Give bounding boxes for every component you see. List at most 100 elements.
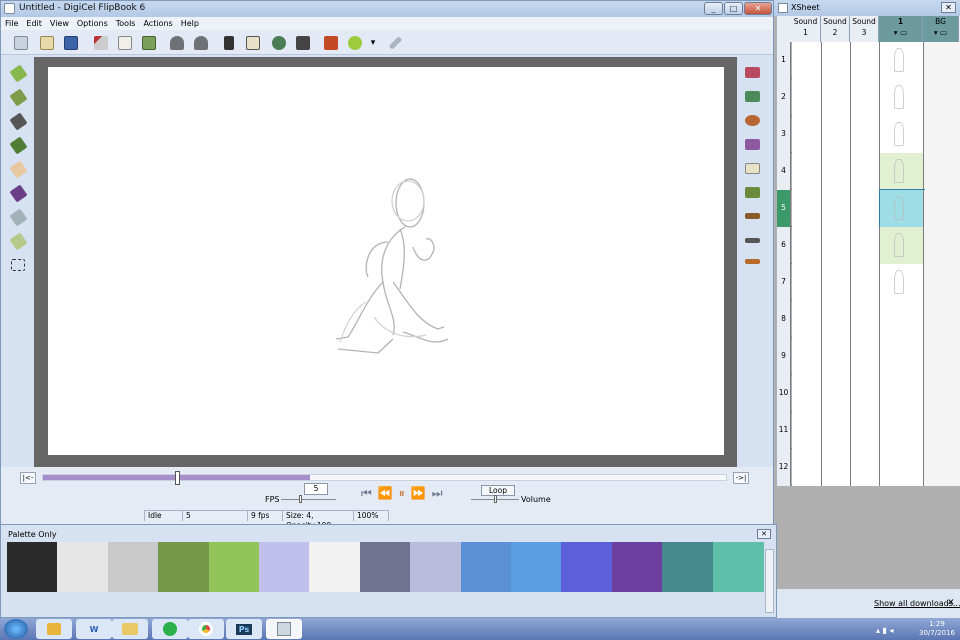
- xsheet-cell[interactable]: [851, 301, 880, 338]
- xsheet-row-number[interactable]: 10: [777, 375, 791, 412]
- xsheet-column-1[interactable]: 1 ▾ ▭: [879, 16, 923, 42]
- palette-swatch[interactable]: [107, 542, 159, 592]
- arrow-right-icon[interactable]: [741, 230, 763, 250]
- xsheet-cell[interactable]: [822, 264, 851, 301]
- volume-slider-thumb[interactable]: [494, 495, 497, 503]
- step-back-icon[interactable]: ⏪: [378, 486, 399, 500]
- xsheet-row-number[interactable]: 9: [777, 338, 791, 375]
- xsheet-cell[interactable]: [851, 190, 880, 227]
- paint-bucket-icon[interactable]: [7, 207, 29, 227]
- xsheet-cell[interactable]: [851, 227, 880, 264]
- xsheet-cell[interactable]: [880, 412, 924, 449]
- menu-view[interactable]: View: [46, 17, 73, 30]
- brush-tool-icon[interactable]: [7, 87, 29, 107]
- menu-help[interactable]: Help: [177, 17, 203, 30]
- xsheet-cell[interactable]: [822, 375, 851, 412]
- palette-swatch[interactable]: [611, 542, 663, 592]
- xsheet-row-number[interactable]: 5: [777, 190, 791, 227]
- photoshop-icon[interactable]: Ps: [226, 619, 262, 639]
- timeline-playhead[interactable]: [175, 471, 180, 485]
- palette-close-button[interactable]: ✕: [757, 529, 771, 539]
- arrow-left-icon[interactable]: [741, 251, 763, 271]
- xsheet-cell[interactable]: [851, 42, 880, 79]
- xsheet-cell[interactable]: [924, 79, 960, 116]
- xsheet-cell[interactable]: [880, 264, 924, 301]
- xsheet-column-sound-1[interactable]: Sound 1◂ ▭: [791, 16, 821, 48]
- xsheet-row-number[interactable]: 3: [777, 116, 791, 153]
- xsheet-column-sound-2[interactable]: Sound 2◂ ▭: [821, 16, 850, 48]
- downloads-close-icon[interactable]: ✕: [947, 598, 955, 608]
- xsheet-cell[interactable]: [822, 79, 851, 116]
- xsheet-cell[interactable]: [924, 116, 960, 153]
- paste-icon[interactable]: [139, 33, 159, 52]
- xsheet-cell[interactable]: [792, 264, 822, 301]
- palette-swatch[interactable]: [208, 542, 260, 592]
- palette-swatch[interactable]: [410, 542, 462, 592]
- xsheet-row-number[interactable]: 2: [777, 79, 791, 116]
- xsheet-row-number[interactable]: 6: [777, 227, 791, 264]
- xsheet-row-number[interactable]: 8: [777, 301, 791, 338]
- spotify-icon[interactable]: [152, 619, 188, 639]
- palette-swatch[interactable]: [57, 542, 109, 592]
- xsheet-cell[interactable]: [792, 116, 822, 153]
- xsheet-cell[interactable]: [851, 449, 880, 486]
- chevron-down-icon[interactable]: ▾: [369, 33, 377, 52]
- palette-swatch[interactable]: [158, 542, 210, 592]
- xsheet-cell[interactable]: [851, 375, 880, 412]
- xsheet-cell[interactable]: [822, 116, 851, 153]
- menu-actions[interactable]: Actions: [139, 17, 176, 30]
- xsheet-cell[interactable]: [822, 449, 851, 486]
- save-icon[interactable]: [61, 33, 81, 52]
- xsheet-cell[interactable]: [822, 412, 851, 449]
- xsheet-cell[interactable]: [851, 116, 880, 153]
- lightbulb-icon[interactable]: [345, 33, 365, 52]
- xsheet-cell[interactable]: [924, 375, 960, 412]
- xsheet-cell[interactable]: [792, 338, 822, 375]
- xsheet-cell[interactable]: [792, 301, 822, 338]
- last-frame-icon[interactable]: ⏭: [432, 486, 449, 500]
- xsheet-cell[interactable]: [792, 412, 822, 449]
- open-icon[interactable]: [37, 33, 57, 52]
- xsheet-cell[interactable]: [822, 227, 851, 264]
- xsheet-cell[interactable]: [822, 190, 851, 227]
- xsheet-row-number[interactable]: 4: [777, 153, 791, 190]
- onion-skin-icon[interactable]: [741, 182, 763, 202]
- eraser-icon[interactable]: [7, 159, 29, 179]
- chrome-icon[interactable]: [188, 619, 224, 639]
- rotate-icon[interactable]: [741, 110, 763, 130]
- xsheet-cell[interactable]: [822, 338, 851, 375]
- xsheet-cell[interactable]: [924, 449, 960, 486]
- xsheet-row-number[interactable]: 7: [777, 264, 791, 301]
- eyedropper-icon[interactable]: [7, 183, 29, 203]
- minimize-button[interactable]: _: [704, 2, 723, 15]
- marker-tool-icon[interactable]: [7, 135, 29, 155]
- xsheet-cell[interactable]: [792, 153, 822, 190]
- palette-swatch[interactable]: [359, 542, 411, 592]
- xsheet-cell[interactable]: [792, 79, 822, 116]
- menu-file[interactable]: File: [1, 17, 22, 30]
- redo-icon[interactable]: [191, 33, 211, 52]
- xsheet-cell[interactable]: [792, 190, 822, 227]
- xsheet-cell[interactable]: [851, 264, 880, 301]
- xsheet-cell[interactable]: [880, 227, 924, 264]
- xsheet-cell[interactable]: [851, 153, 880, 190]
- xsheet-cell[interactable]: [924, 301, 960, 338]
- select-rect-icon[interactable]: [7, 255, 29, 275]
- hammer-icon[interactable]: [741, 206, 763, 226]
- layers-icon[interactable]: [741, 158, 763, 178]
- xsheet-cell[interactable]: [924, 338, 960, 375]
- jump-start-button[interactable]: |<-: [20, 472, 36, 484]
- start-button[interactable]: [4, 619, 28, 639]
- palette-swatch[interactable]: [259, 542, 310, 592]
- xsheet-cell[interactable]: [792, 227, 822, 264]
- drawing-canvas[interactable]: [48, 67, 724, 455]
- frame-add-icon[interactable]: [741, 62, 763, 82]
- palette-swatch[interactable]: [662, 542, 714, 592]
- xsheet-cell[interactable]: [880, 116, 924, 153]
- word-icon[interactable]: W: [76, 619, 112, 639]
- copy-icon[interactable]: [115, 33, 135, 52]
- new-scene-icon[interactable]: [11, 33, 31, 52]
- palette-swatch[interactable]: [309, 542, 361, 592]
- fps-slider-thumb[interactable]: [299, 495, 302, 503]
- menu-tools[interactable]: Tools: [112, 17, 140, 30]
